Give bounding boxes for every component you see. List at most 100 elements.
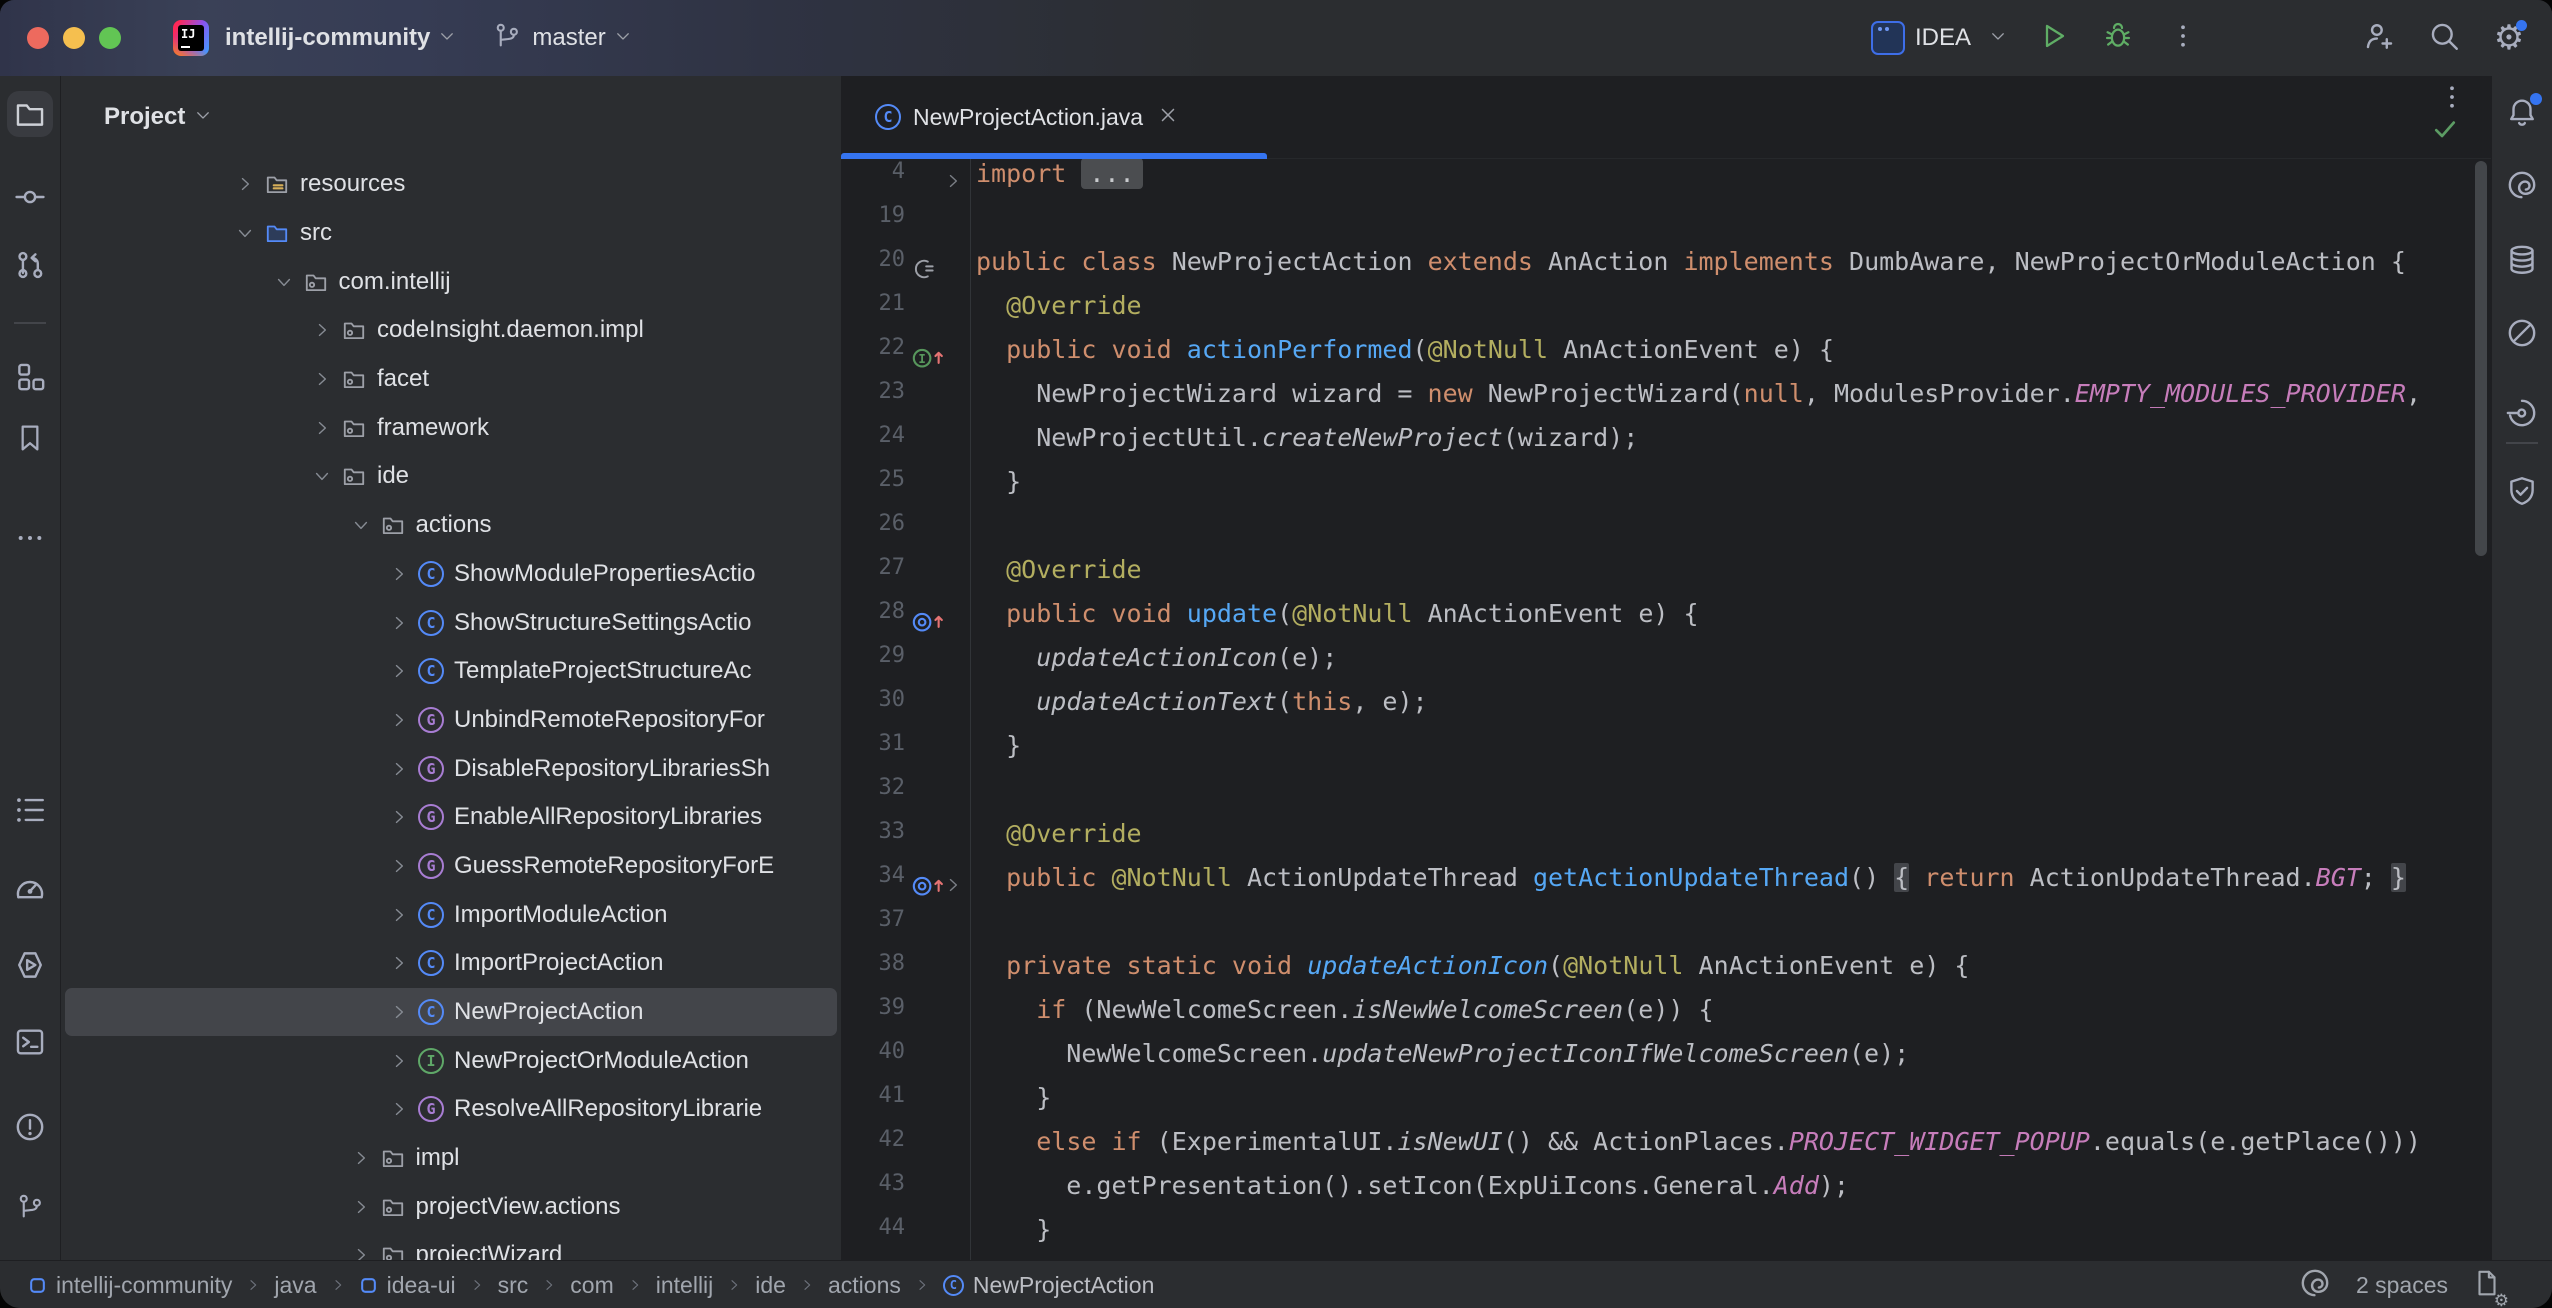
chevron-right-icon[interactable] (388, 710, 410, 730)
chevron-right-icon[interactable] (388, 759, 410, 779)
tree-item-importmoduleaction[interactable]: CImportModuleAction (65, 890, 837, 939)
code-line-32[interactable]: 32 (841, 775, 2491, 819)
tree-item-framework[interactable]: framework (65, 403, 837, 452)
chevron-right-icon[interactable] (311, 369, 333, 389)
breadcrumb-java[interactable]: java (274, 1272, 316, 1299)
project-panel-header[interactable]: Project (61, 76, 841, 158)
version-control-button[interactable] (15, 1192, 45, 1222)
chevron-down-icon[interactable] (234, 223, 256, 243)
line-number[interactable]: 20 (841, 247, 905, 272)
close-tab-icon[interactable] (1157, 104, 1179, 131)
chevron-right-icon[interactable] (388, 905, 410, 925)
code-line-30[interactable]: 30 updateActionText(this, e); (841, 687, 2491, 731)
code-line-22[interactable]: 22I public void actionPerformed(@NotNull… (841, 335, 2491, 379)
code-line-37[interactable]: 37 (841, 907, 2491, 951)
line-number[interactable]: 44 (841, 1215, 905, 1240)
tree-item-templateprojectstructureac[interactable]: CTemplateProjectStructureAc (65, 647, 837, 696)
code-line-34[interactable]: 34 public @NotNull ActionUpdateThread ge… (841, 863, 2491, 907)
tab-options-icon[interactable] (2437, 82, 2467, 117)
chevron-right-icon[interactable] (388, 661, 410, 681)
code-line-40[interactable]: 40 NewWelcomeScreen.updateNewProjectIcon… (841, 1039, 2491, 1083)
tree-item-resolveallrepositorylibrarie[interactable]: GResolveAllRepositoryLibrarie (65, 1085, 837, 1134)
tree-item-impl[interactable]: impl (65, 1134, 837, 1183)
line-number[interactable]: 28 (841, 599, 905, 624)
code-line-29[interactable]: 29 updateActionIcon(e); (841, 643, 2491, 687)
code-line-28[interactable]: 28 public void update(@NotNull AnActionE… (841, 599, 2491, 643)
line-number[interactable]: 19 (841, 203, 905, 228)
tree-item-newprojectaction[interactable]: CNewProjectAction (65, 988, 837, 1037)
tree-item-com-intellij[interactable]: com.intellij (65, 257, 837, 306)
chevron-right-icon[interactable] (234, 174, 256, 194)
code-line-25[interactable]: 25 } (841, 467, 2491, 511)
code-line-23[interactable]: 23 NewProjectWizard wizard = new NewProj… (841, 379, 2491, 423)
line-number[interactable]: 37 (841, 907, 905, 932)
chevron-right-icon[interactable] (388, 1099, 410, 1119)
overrides-method-marker-icon[interactable] (911, 872, 945, 898)
close-window-button[interactable] (27, 27, 49, 49)
breadcrumb-com[interactable]: com (570, 1272, 613, 1299)
project-button[interactable] (7, 91, 53, 137)
database-button[interactable] (2505, 243, 2539, 277)
project-name[interactable]: intellij-community (225, 24, 430, 52)
line-number[interactable]: 42 (841, 1127, 905, 1152)
line-number[interactable]: 26 (841, 511, 905, 536)
maximize-window-button[interactable] (99, 27, 121, 49)
fold-marker-icon[interactable] (943, 875, 963, 895)
tree-item-ide[interactable]: ide (65, 452, 837, 501)
trusted-project-button[interactable] (2505, 474, 2539, 508)
line-number[interactable]: 38 (841, 951, 905, 976)
line-number[interactable]: 30 (841, 687, 905, 712)
tree-item-newprojectormoduleaction[interactable]: INewProjectOrModuleAction (65, 1036, 837, 1085)
overrides-method-marker-icon[interactable] (911, 608, 945, 634)
chevron-down-icon[interactable] (438, 27, 456, 50)
no-entry-button[interactable] (2505, 316, 2539, 350)
code-line-26[interactable]: 26 (841, 511, 2491, 555)
tree-item-showmodulepropertiesactio[interactable]: CShowModulePropertiesActio (65, 550, 837, 599)
terminal-button[interactable] (13, 1025, 47, 1059)
code-line-38[interactable]: 38 private static void updateActionIcon(… (841, 951, 2491, 995)
breadcrumb-actions[interactable]: actions (828, 1272, 901, 1299)
line-number[interactable]: 23 (841, 379, 905, 404)
search-everywhere-button[interactable] (2425, 19, 2463, 57)
tree-item-unbindremoterepositoryfor[interactable]: GUnbindRemoteRepositoryFor (65, 696, 837, 745)
more-tool-windows-button[interactable] (14, 522, 46, 554)
line-number[interactable]: 29 (841, 643, 905, 668)
profiler-button[interactable] (13, 871, 47, 905)
line-number[interactable]: 39 (841, 995, 905, 1020)
line-number[interactable]: 25 (841, 467, 905, 492)
chevron-down-icon[interactable] (350, 515, 372, 535)
tree-item-facet[interactable]: facet (65, 355, 837, 404)
file-settings-icon[interactable]: ⚙ (2472, 1268, 2502, 1303)
breadcrumb-newprojectaction[interactable]: CNewProjectAction (943, 1272, 1155, 1299)
chevron-down-icon[interactable] (273, 272, 295, 292)
line-number[interactable]: 40 (841, 1039, 905, 1064)
ai-assistant-status-icon[interactable] (2298, 1266, 2332, 1305)
breadcrumb-ide[interactable]: ide (755, 1272, 786, 1299)
indent-indicator[interactable]: 2 spaces (2356, 1272, 2448, 1299)
code-line-19[interactable]: 19 (841, 203, 2491, 247)
line-number[interactable]: 41 (841, 1083, 905, 1108)
fold-marker-icon[interactable] (943, 171, 963, 191)
line-number[interactable]: 4 (841, 159, 905, 184)
code-line-4[interactable]: 4import ... (841, 159, 2491, 203)
code-line-42[interactable]: 42 else if (ExperimentalUI.isNewUI() && … (841, 1127, 2491, 1171)
tree-item-src[interactable]: src (65, 209, 837, 258)
tab-newprojectaction-java[interactable]: C NewProjectAction.java (841, 76, 1267, 158)
tree-item-enableallrepositorylibraries[interactable]: GEnableAllRepositoryLibraries (65, 793, 837, 842)
line-number[interactable]: 43 (841, 1171, 905, 1196)
code-line-33[interactable]: 33 @Override (841, 819, 2491, 863)
endpoints-button[interactable] (2505, 396, 2539, 430)
code-with-me-button[interactable] (2360, 19, 2398, 57)
code-line-44[interactable]: 44 } (841, 1215, 2491, 1259)
tree-item-codeinsight-daemon-impl[interactable]: codeInsight.daemon.impl (65, 306, 837, 355)
run-button[interactable] (2034, 19, 2072, 57)
code-line-39[interactable]: 39 if (NewWelcomeScreen.isNewWelcomeScre… (841, 995, 2491, 1039)
line-number[interactable]: 24 (841, 423, 905, 448)
chevron-right-icon[interactable] (388, 807, 410, 827)
chevron-down-icon[interactable] (194, 106, 212, 129)
tree-item-resources[interactable]: resources (65, 160, 837, 209)
debug-button[interactable] (2099, 19, 2137, 57)
breadcrumb-intellij[interactable]: intellij (656, 1272, 714, 1299)
breadcrumb-idea-ui[interactable]: idea-ui (359, 1272, 456, 1299)
code-line-27[interactable]: 27 @Override (841, 555, 2491, 599)
